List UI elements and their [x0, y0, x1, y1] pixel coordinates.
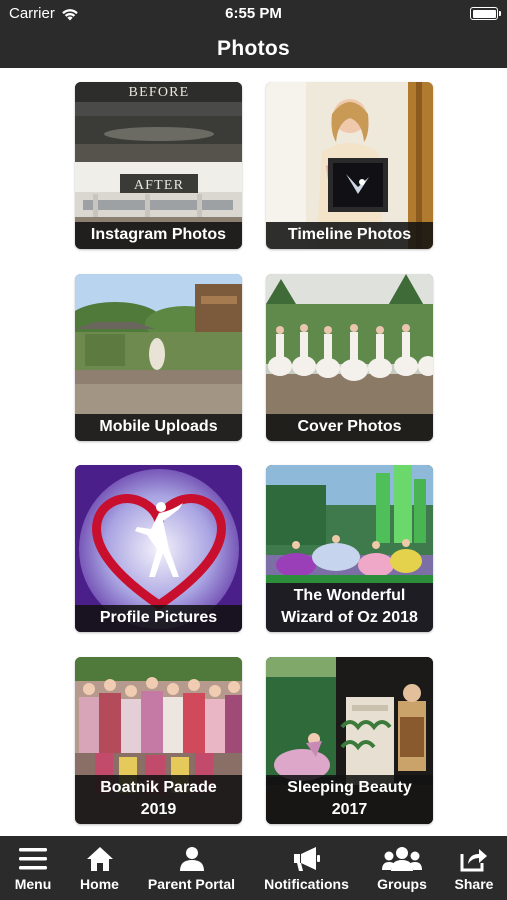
- album-sleeping-beauty-2017[interactable]: Sleeping Beauty 2017: [266, 657, 433, 824]
- status-bar: Carrier 6:55 PM: [0, 0, 507, 28]
- album-title: Timeline Photos: [266, 222, 433, 249]
- battery-icon: [470, 7, 501, 20]
- album-boatnik-parade-2019[interactable]: Boatnik Parade 2019: [75, 657, 242, 824]
- menu-icon: [19, 848, 47, 870]
- nav-home-label: Home: [80, 876, 119, 892]
- photos-screen: Carrier 6:55 PM Photos BEFORE AFTER Inst…: [0, 0, 507, 900]
- nav-parent-portal-label: Parent Portal: [147, 876, 236, 892]
- person-icon: [179, 847, 204, 871]
- album-cover-photos[interactable]: Cover Photos: [266, 274, 433, 441]
- album-title: The Wonderful Wizard of Oz 2018: [266, 583, 433, 632]
- after-label: AFTER: [134, 178, 184, 193]
- nav-home[interactable]: Home: [66, 836, 133, 900]
- nav-menu-label: Menu: [14, 876, 52, 892]
- status-time: 6:55 PM: [225, 5, 282, 22]
- home-icon: [86, 847, 113, 871]
- bottom-nav: Menu Home Parent Portal Notifications Gr…: [0, 836, 507, 900]
- album-grid: BEFORE AFTER Instagram Photos Timeline P…: [0, 68, 507, 836]
- album-title: Boatnik Parade 2019: [75, 775, 242, 824]
- megaphone-icon: [293, 847, 320, 871]
- album-mobile-uploads[interactable]: Mobile Uploads: [75, 274, 242, 441]
- album-timeline-photos[interactable]: Timeline Photos: [266, 82, 433, 249]
- page-title: Photos: [217, 37, 290, 60]
- nav-notifications[interactable]: Notifications: [250, 836, 363, 900]
- before-label: BEFORE: [129, 85, 190, 100]
- nav-share[interactable]: Share: [441, 836, 507, 900]
- nav-parent-portal[interactable]: Parent Portal: [133, 836, 250, 900]
- top-bar: Carrier 6:55 PM Photos: [0, 0, 507, 68]
- nav-share-label: Share: [454, 876, 494, 892]
- album-title: Profile Pictures: [75, 605, 242, 632]
- album-title: Instagram Photos: [75, 222, 242, 249]
- nav-groups-label: Groups: [377, 876, 427, 892]
- album-title: Mobile Uploads: [75, 414, 242, 441]
- nav-groups[interactable]: Groups: [363, 836, 441, 900]
- album-wizard-of-oz-2018[interactable]: The Wonderful Wizard of Oz 2018: [266, 465, 433, 632]
- album-title: Cover Photos: [266, 414, 433, 441]
- share-icon: [460, 849, 487, 872]
- nav-menu[interactable]: Menu: [0, 836, 66, 900]
- groups-icon: [382, 847, 422, 871]
- album-instagram-photos[interactable]: BEFORE AFTER Instagram Photos: [75, 82, 242, 249]
- nav-notifications-label: Notifications: [264, 876, 349, 892]
- album-title: Sleeping Beauty 2017: [266, 775, 433, 824]
- album-profile-pictures[interactable]: Profile Pictures: [75, 465, 242, 632]
